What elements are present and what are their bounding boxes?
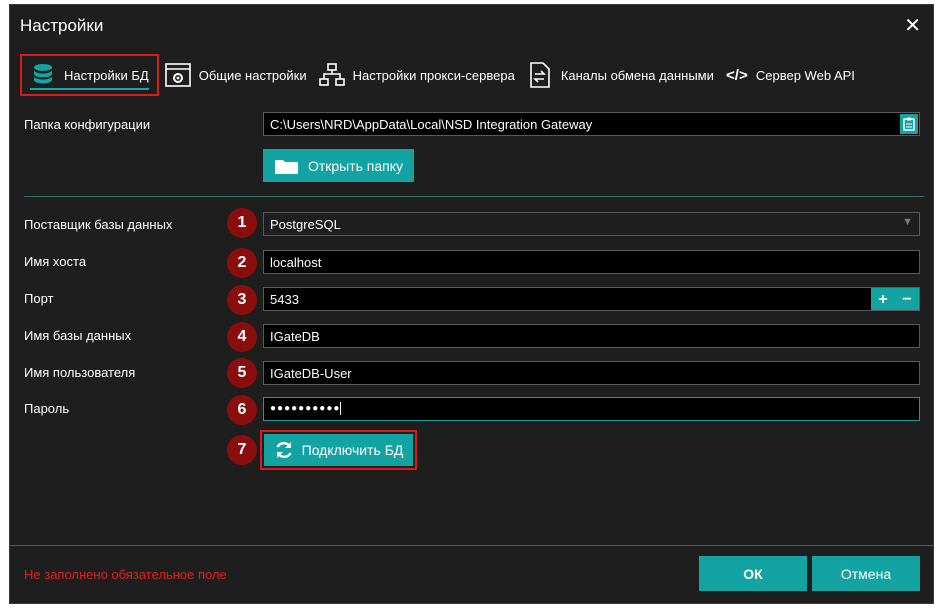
tab-proxy-settings[interactable]: Настройки прокси-сервера bbox=[313, 55, 521, 95]
close-icon[interactable]: ✕ bbox=[904, 13, 921, 38]
text-cursor bbox=[340, 402, 342, 415]
network-icon bbox=[318, 62, 345, 88]
open-folder-label: Открыть папку bbox=[307, 157, 404, 174]
step-badge-2: 2 bbox=[227, 248, 257, 278]
tab-db-settings[interactable]: Настройки БД bbox=[20, 54, 159, 96]
dialog-title: Настройки bbox=[20, 16, 104, 35]
step-badge-5: 5 bbox=[227, 358, 257, 388]
config-folder-path: C:\Users\NRD\AppData\Local\NSD Integrati… bbox=[270, 117, 593, 132]
decrement-button[interactable]: − bbox=[895, 288, 919, 310]
chevron-down-icon: ▼ bbox=[902, 216, 913, 228]
step-badge-3: 3 bbox=[227, 285, 257, 315]
host-value: localhost bbox=[270, 255, 322, 270]
code-icon: </> bbox=[726, 66, 748, 84]
port-value: 5433 bbox=[270, 292, 299, 307]
tab-exchange-channels[interactable]: Каналы обмена данными bbox=[521, 55, 720, 95]
tab-label: Каналы обмена данными bbox=[560, 67, 714, 83]
password-input[interactable]: ●●●●●●●●●● bbox=[263, 397, 920, 421]
open-folder-button[interactable]: Открыть папку bbox=[263, 149, 414, 182]
config-folder-field[interactable]: C:\Users\NRD\AppData\Local\NSD Integrati… bbox=[263, 112, 920, 136]
active-tab-indicator bbox=[30, 88, 149, 90]
connect-label: Подключить БД bbox=[301, 442, 404, 458]
port-input[interactable]: 5433 + − bbox=[263, 287, 920, 311]
section-divider bbox=[24, 196, 924, 197]
password-value: ●●●●●●●●●● bbox=[270, 403, 341, 415]
dbname-input[interactable]: IGateDB bbox=[263, 324, 920, 348]
username-label: Имя пользователя bbox=[24, 365, 136, 380]
dbname-label: Имя базы данных bbox=[24, 328, 132, 343]
dbname-value: IGateDB bbox=[270, 329, 320, 344]
connect-db-button[interactable]: Подключить БД bbox=[264, 434, 413, 466]
provider-label: Поставщик базы данных bbox=[24, 217, 173, 232]
validation-error: Не заполнено обязательное поле bbox=[24, 567, 227, 582]
password-label: Пароль bbox=[24, 401, 70, 416]
step-badge-1: 1 bbox=[227, 208, 257, 238]
provider-value: PostgreSQL bbox=[270, 217, 341, 232]
settings-dialog: Настройки ✕ Настройки БД Общие настройки… bbox=[9, 4, 934, 604]
refresh-icon bbox=[274, 440, 294, 460]
tab-general-settings[interactable]: Общие настройки bbox=[159, 55, 313, 95]
ok-button[interactable]: ОК bbox=[699, 556, 807, 591]
tab-web-api[interactable]: </> Сервер Web API bbox=[720, 55, 861, 95]
settings-window-icon bbox=[164, 62, 191, 88]
provider-select[interactable]: PostgreSQL ▼ bbox=[263, 212, 920, 236]
host-input[interactable]: localhost bbox=[263, 250, 920, 274]
folder-icon bbox=[274, 157, 300, 175]
tab-label: Настройки БД bbox=[64, 67, 149, 83]
tab-label: Настройки прокси-сервера bbox=[352, 67, 515, 83]
tab-bar: Настройки БД Общие настройки Настройки п… bbox=[20, 54, 861, 96]
ok-label: ОК bbox=[743, 565, 763, 582]
cancel-label: Отмена bbox=[840, 565, 892, 582]
exchange-icon bbox=[527, 62, 553, 88]
clipboard-icon[interactable] bbox=[900, 114, 918, 134]
config-folder-label: Папка конфигурации bbox=[24, 117, 151, 132]
cancel-button[interactable]: Отмена bbox=[812, 556, 920, 591]
username-input[interactable]: IGateDB-User bbox=[263, 361, 920, 385]
step-badge-6: 6 bbox=[227, 395, 257, 425]
username-value: IGateDB-User bbox=[270, 366, 352, 381]
step-badge-7: 7 bbox=[227, 435, 257, 465]
increment-button[interactable]: + bbox=[871, 288, 895, 310]
title-bar: Настройки ✕ bbox=[10, 5, 933, 49]
port-label: Порт bbox=[24, 291, 54, 306]
database-icon bbox=[30, 62, 56, 88]
step-badge-4: 4 bbox=[227, 322, 257, 352]
tab-label: Общие настройки bbox=[198, 67, 307, 83]
footer-divider bbox=[10, 545, 933, 546]
host-label: Имя хоста bbox=[24, 254, 87, 269]
tab-label: Сервер Web API bbox=[755, 67, 855, 83]
